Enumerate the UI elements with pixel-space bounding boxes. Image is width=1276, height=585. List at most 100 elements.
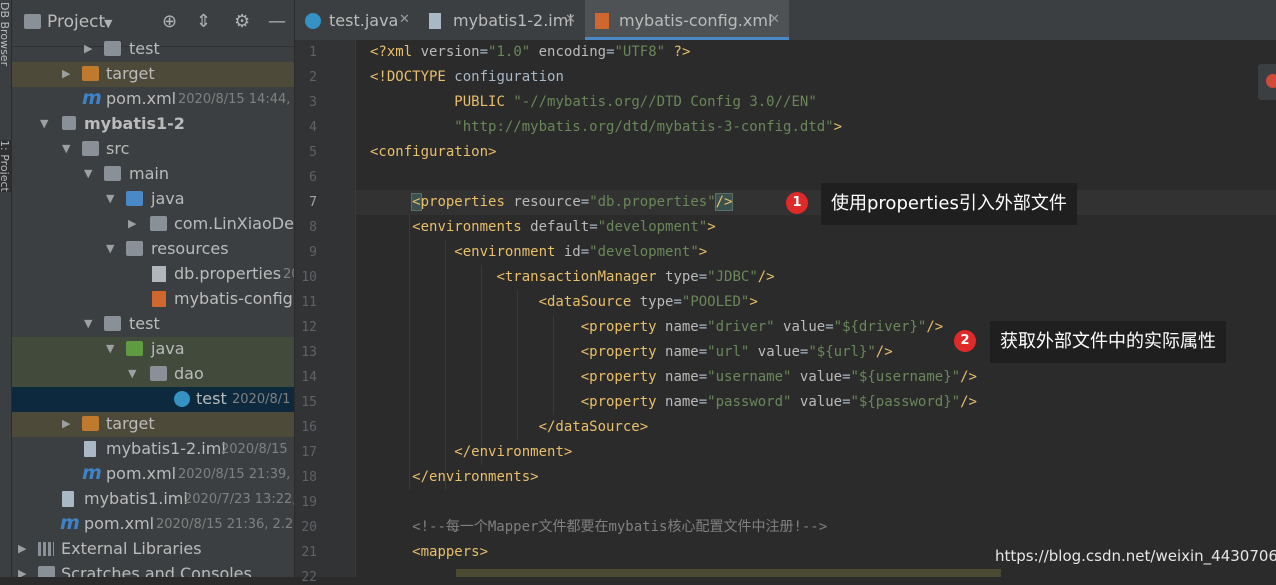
line-number: 17 (301, 445, 317, 460)
line-number: 2 (309, 70, 317, 85)
scratches-icon (38, 566, 55, 577)
annotation-callout: 使用properties引入外部文件 (821, 183, 1077, 225)
annotation-badge: 1 (786, 192, 808, 214)
tree-node-iml[interactable]: mybatis1-2.iml 2020/8/15 (12, 437, 294, 462)
tree-node-root-pom[interactable]: m pom.xml 2020/8/15 21:36, 2.22 (12, 512, 294, 537)
tree-node-target-2[interactable]: ▶ target (12, 412, 294, 437)
folder-icon (104, 316, 121, 331)
close-icon[interactable]: ✕ (565, 12, 576, 27)
line-number: 4 (309, 120, 317, 135)
properties-file-icon (152, 266, 166, 282)
collapse-arrow-icon[interactable]: ▼ (84, 317, 92, 330)
annotation-callout: 获取外部文件中的实际属性 (990, 321, 1226, 363)
folder-icon (104, 166, 121, 181)
tree-node-mybatis-config[interactable]: mybatis-config.x (12, 287, 294, 312)
code-line: <mappers> (412, 544, 489, 560)
code-line: <!DOCTYPE configuration (370, 69, 564, 85)
collapse-arrow-icon[interactable]: ▼ (128, 367, 136, 380)
tree-node-test[interactable]: ▶ test (12, 37, 294, 62)
line-number-gutter: 12345⊖678⊖9⊖1011⊖1213141516⊖17⊖18⊖192021… (295, 40, 365, 585)
collapse-arrow-icon[interactable]: ▼ (106, 242, 114, 255)
tree-node-dao[interactable]: ▼ dao (12, 362, 294, 387)
collapse-arrow-icon[interactable]: ▼ (106, 192, 114, 205)
expand-arrow-icon[interactable]: ▶ (128, 217, 136, 230)
tree-node-mybatis1-iml[interactable]: mybatis1.iml 2020/7/23 13:22, (12, 487, 294, 512)
collapse-arrow-icon[interactable]: ▼ (106, 342, 114, 355)
tree-node-pom-xml[interactable]: m pom.xml 2020/8/15 14:44, (12, 87, 294, 112)
maven-icon: m (82, 462, 102, 484)
collapse-arrow-icon[interactable]: ▼ (40, 117, 48, 130)
line-number: 11 (301, 295, 317, 310)
close-icon[interactable]: ✕ (769, 12, 780, 27)
code-line: <properties resource="db.properties"/> (411, 193, 734, 211)
library-icon (38, 542, 54, 556)
project-tool-button[interactable]: 1: Project (0, 140, 11, 192)
iml-file-icon (84, 441, 96, 457)
tree-node-test-folder[interactable]: ▼ test (12, 312, 294, 337)
tree-node-test-class[interactable]: test 2020/8/1 (12, 387, 294, 412)
tab-test-java[interactable]: test.java ✕ (295, 0, 419, 40)
right-tool-tab[interactable] (1258, 64, 1276, 100)
tree-node-db-properties[interactable]: db.properties 20 (12, 262, 294, 287)
tree-node-test-java[interactable]: ▼ java (12, 337, 294, 362)
code-line: <dataSource type="POOLED"> (538, 294, 758, 310)
project-view-icon (24, 14, 41, 29)
line-number: 8 (309, 220, 317, 235)
hide-panel-icon[interactable]: — (268, 11, 286, 32)
code-line: </environments> (412, 469, 539, 485)
tab-mybatis-config-xml[interactable]: mybatis-config.xml ✕ (585, 0, 789, 40)
code-line: <transactionManager type="JDBC"/> (496, 269, 775, 285)
tree-node-target[interactable]: ▶ target (12, 62, 294, 87)
line-number: 1 (309, 45, 317, 60)
code-line: <environments default="development"> (412, 219, 716, 235)
tool-window-strip: DB Browser 1: Project (0, 0, 12, 577)
close-icon[interactable]: ✕ (399, 12, 410, 27)
db-browser-tool-button[interactable]: DB Browser (0, 2, 11, 66)
line-number: 22 (301, 570, 317, 585)
folder-icon (82, 141, 99, 156)
xml-file-icon (152, 291, 166, 307)
code-line: PUBLIC "-//mybatis.org//DTD Config 3.0//… (454, 94, 817, 110)
gear-icon[interactable]: ⚙ (234, 11, 250, 32)
tree-node-pom-xml-2[interactable]: m pom.xml 2020/8/15 21:39, (12, 462, 294, 487)
line-number: 12 (301, 320, 317, 335)
browser-icon (1266, 74, 1276, 88)
watermark: https://blog.csdn.net/weixin_44307065 (995, 547, 1276, 565)
line-number: 10 (301, 270, 317, 285)
tree-node-main[interactable]: ▼ main (12, 162, 294, 187)
expand-arrow-icon[interactable]: ▶ (62, 417, 70, 430)
tab-mybatis1-2-iml[interactable]: mybatis1-2.iml ✕ (419, 0, 585, 40)
tree-node-external-libraries[interactable]: ▶ External Libraries (12, 537, 294, 562)
module-icon (62, 116, 76, 130)
line-number: 6 (309, 170, 317, 185)
tree-node-main-java[interactable]: ▼ java (12, 187, 294, 212)
code-line: <configuration> (370, 144, 497, 160)
expand-arrow-icon[interactable]: ▶ (18, 542, 26, 555)
editor-tab-bar: test.java ✕ mybatis1-2.iml ✕ mybatis-con… (295, 0, 1276, 41)
tree-node-mybatis1-2[interactable]: ▼ mybatis1-2 (12, 112, 294, 137)
code-line: <environment id="development"> (454, 244, 708, 260)
excluded-folder-icon (82, 66, 99, 81)
code-line: <property name="username" value="${usern… (580, 369, 977, 385)
line-number: 13 (301, 345, 317, 360)
code-line: "http://mybatis.org/dtd/mybatis-3-config… (454, 119, 843, 135)
expand-arrow-icon[interactable]: ▶ (84, 42, 92, 55)
tree-node-resources[interactable]: ▼ resources (12, 237, 294, 262)
line-number: 3 (309, 95, 317, 110)
collapse-arrow-icon[interactable]: ▼ (84, 167, 92, 180)
expand-arrow-icon[interactable]: ▶ (62, 67, 70, 80)
collapse-all-icon[interactable]: ⇕ (196, 11, 211, 32)
tree-node-src[interactable]: ▼ src (12, 137, 294, 162)
code-line: <property name="url" value="${url}"/> (580, 344, 893, 360)
collapse-arrow-icon[interactable]: ▼ (62, 142, 70, 155)
chevron-down-icon[interactable]: ▼ (104, 17, 112, 30)
line-number: 18 (301, 470, 317, 485)
line-number: 14 (301, 370, 317, 385)
project-view-dropdown[interactable]: Project (47, 12, 105, 32)
tree-node-scratches[interactable]: ▶ Scratches and Consoles (12, 562, 294, 577)
locate-icon[interactable]: ⊕ (162, 11, 177, 32)
tree-node-package[interactable]: ▶ com.LinXiaoDe (12, 212, 294, 237)
line-number: 20 (301, 520, 317, 535)
folder-icon (104, 41, 121, 56)
expand-arrow-icon[interactable]: ▶ (18, 567, 26, 577)
